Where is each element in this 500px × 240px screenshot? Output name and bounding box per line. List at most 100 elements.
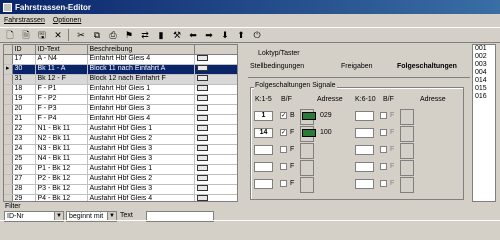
tool-icon[interactable]: ⚒ [171, 29, 183, 41]
column-header-idtext[interactable]: ID-Text [35, 45, 88, 55]
bf-checkbox[interactable] [280, 163, 287, 170]
k610-field[interactable] [355, 128, 374, 138]
row-header[interactable] [4, 144, 13, 155]
list-item[interactable]: 015 [473, 85, 495, 93]
signal-address-box-2[interactable] [400, 143, 414, 159]
delete-icon[interactable]: ✕ [52, 29, 64, 41]
bf2-checkbox[interactable] [380, 112, 387, 119]
row-header[interactable] [4, 174, 13, 185]
table-row[interactable]: 24 N3 - Bk 11 Ausfahrt Hbf Gleis 3 [4, 144, 237, 155]
bf-checkbox[interactable]: ✓ [280, 112, 287, 119]
bf2-checkbox[interactable] [380, 163, 387, 170]
signal-address-box[interactable] [300, 177, 314, 193]
table-row[interactable]: 23 N2 - Bk 11 Ausfahrt Hbf Gleis 2 [4, 134, 237, 145]
signal-address-box-2[interactable] [400, 177, 414, 193]
table-row[interactable]: 17 A - N4 Einfahrt Hbf Gleis 4 [4, 54, 237, 65]
bf2-checkbox[interactable] [380, 146, 387, 153]
k15-field[interactable]: 14 [254, 128, 273, 138]
arrow-down-icon[interactable]: ⬇ [219, 29, 231, 41]
signal-address-box[interactable] [300, 143, 314, 159]
cut-icon[interactable]: ✂ [75, 29, 87, 41]
table-row[interactable]: 26 P1 - Bk 12 Ausfahrt Hbf Gleis 1 [4, 164, 237, 175]
table-row[interactable]: 25 N4 - Bk 11 Ausfahrt Hbf Gleis 3 [4, 154, 237, 165]
list-item[interactable]: 004 [473, 69, 495, 77]
row-header[interactable] [4, 154, 13, 165]
row-header[interactable] [4, 164, 13, 175]
row-header[interactable] [4, 104, 13, 115]
col-header-adresse: Adresse [317, 96, 343, 103]
table-row[interactable]: 20 F - P3 Einfahrt Hbf Gleis 3 [4, 104, 237, 115]
row-header[interactable]: ▸ [4, 64, 13, 75]
save-icon[interactable]: 🖫 [36, 29, 48, 41]
copy-icon[interactable]: ⧉ [91, 29, 103, 41]
signal-address-box-2[interactable] [400, 126, 414, 142]
open-icon[interactable]: 🗎 [20, 29, 32, 41]
menu-optionen[interactable]: Optionen [53, 17, 81, 24]
signal-address-box-2[interactable] [400, 109, 414, 125]
bar-icon[interactable]: ▮ [155, 29, 167, 41]
print-icon[interactable]: ⎙ [107, 29, 119, 41]
k610-field[interactable] [355, 162, 374, 172]
bf2-checkbox[interactable] [380, 180, 387, 187]
k610-field[interactable] [355, 145, 374, 155]
k610-field[interactable] [355, 179, 374, 189]
tab-folgeschaltungen[interactable]: Folgeschaltungen [397, 63, 457, 70]
row-header[interactable] [4, 124, 13, 135]
signal-address-value: 029 [320, 112, 332, 119]
tab-loktyp[interactable]: Loktyp/Taster [258, 50, 300, 57]
cell-beschreibung: Einfahrt Hbf Gleis 2 [87, 94, 195, 105]
bf-checkbox[interactable]: ✓ [280, 129, 287, 136]
table-row[interactable]: 19 F - P2 Einfahrt Hbf Gleis 2 [4, 94, 237, 105]
column-header-id[interactable]: ID [12, 45, 36, 55]
k15-field[interactable] [254, 145, 273, 155]
cell-route-icon [194, 104, 237, 115]
row-header[interactable] [4, 134, 13, 145]
signal-address-box-2[interactable] [400, 160, 414, 176]
list-item[interactable]: 014 [473, 77, 495, 85]
arrow-left-icon[interactable]: ⬅ [187, 29, 199, 41]
column-header-extra[interactable] [194, 45, 237, 55]
cell-beschreibung: Ausfahrt Hbf Gleis 4 [87, 194, 195, 201]
new-icon[interactable]: 🗋 [4, 29, 16, 41]
address-list[interactable]: 001 002 003 004 014 015 016 [472, 44, 496, 202]
row-header[interactable] [4, 94, 13, 105]
row-header[interactable] [4, 114, 13, 125]
signal-icon[interactable]: ⚑ [123, 29, 135, 41]
table-row[interactable]: 27 P2 - Bk 12 Ausfahrt Hbf Gleis 2 [4, 174, 237, 185]
list-item[interactable]: 003 [473, 61, 495, 69]
row-header[interactable] [4, 74, 13, 85]
list-item[interactable]: 001 [473, 45, 495, 53]
exit-icon[interactable]: ⏻ [251, 29, 263, 41]
arrow-up-icon[interactable]: ⬆ [235, 29, 247, 41]
bf-checkbox[interactable] [280, 180, 287, 187]
row-header[interactable] [4, 194, 13, 201]
k15-field[interactable] [254, 162, 273, 172]
bf-checkbox[interactable] [280, 146, 287, 153]
table-row[interactable]: 21 F - P4 Einfahrt Hbf Gleis 4 [4, 114, 237, 125]
column-header-beschreibung[interactable]: Beschreibung [87, 45, 195, 55]
bf2-checkbox[interactable] [380, 129, 387, 136]
route-icon[interactable]: ⇄ [139, 29, 151, 41]
row-header[interactable] [4, 54, 13, 65]
tab-stellbedingungen[interactable]: Stellbedingungen [250, 63, 304, 70]
table-row[interactable]: 22 N1 - Bk 11 Ausfahrt Hbf Gleis 1 [4, 124, 237, 135]
list-item[interactable]: 002 [473, 53, 495, 61]
row-header[interactable] [4, 184, 13, 195]
table-row[interactable]: 28 P3 - Bk 12 Ausfahrt Hbf Gleis 3 [4, 184, 237, 195]
table-row[interactable]: 31 Bk 12 - F Block 12 nach Einfahrt F [4, 74, 237, 85]
table-row[interactable]: 18 F - P1 Einfahrt Hbf Gleis 1 [4, 84, 237, 95]
k610-field[interactable] [355, 111, 374, 121]
table-row[interactable]: 29 P4 - Bk 12 Ausfahrt Hbf Gleis 4 [4, 194, 237, 201]
k15-field[interactable] [254, 179, 273, 189]
arrow-right-icon[interactable]: ➡ [203, 29, 215, 41]
row-header[interactable] [4, 84, 13, 95]
toolbar: 🗋 🗎 🖫 ✕ ✂ ⧉ ⎙ ⚑ ⇄ ▮ ⚒ ⬅ ➡ ⬇ ⬆ ⏻ [0, 27, 500, 43]
list-item[interactable]: 016 [473, 93, 495, 101]
k15-field[interactable]: 1 [254, 111, 273, 121]
menu-bar: Fahrstrassen Optionen [0, 14, 500, 26]
signal-address-box[interactable] [300, 160, 314, 176]
table-row[interactable]: ▸ 30 Bk 11 - A Block 11 nach Einfahrt A [4, 64, 237, 75]
menu-fahrstrassen[interactable]: Fahrstrassen [4, 17, 45, 24]
cell-idtext: Bk 11 - A [35, 64, 88, 75]
tab-freigaben[interactable]: Freigaben [341, 63, 373, 70]
